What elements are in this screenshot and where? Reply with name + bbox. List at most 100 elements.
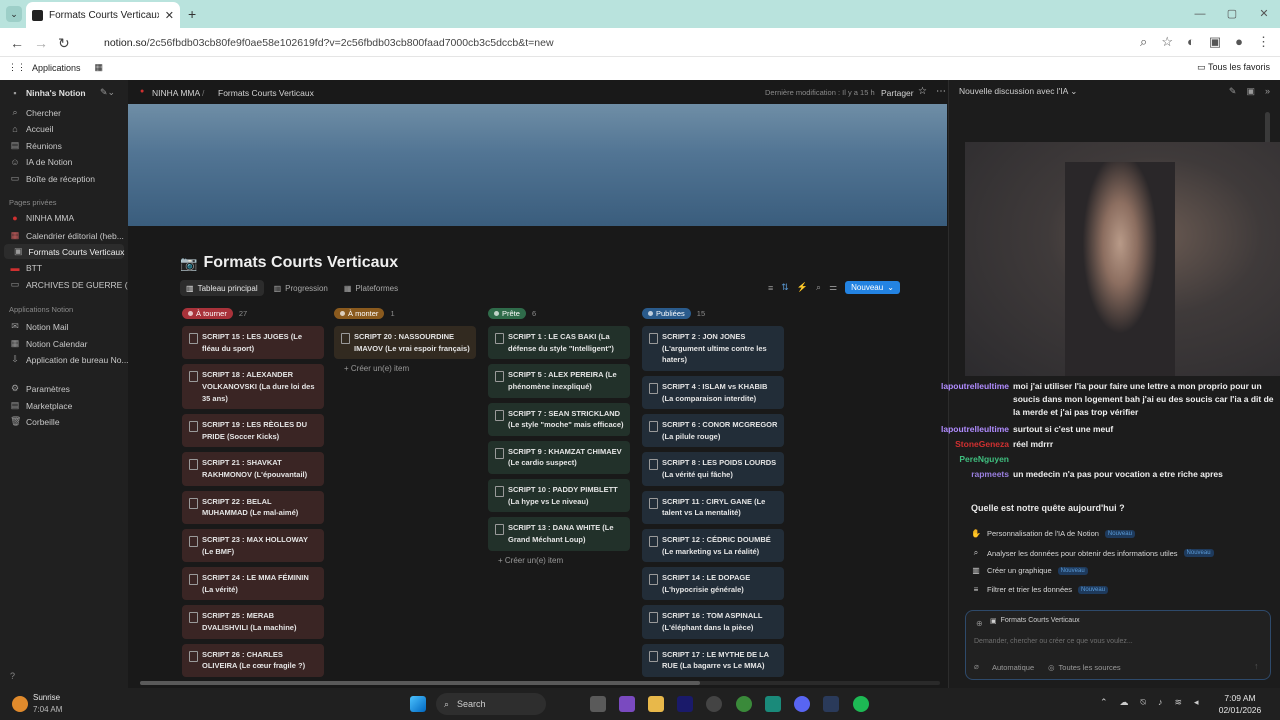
send-icon[interactable]: ↑ <box>1254 661 1259 671</box>
back-icon[interactable]: ← <box>10 35 24 51</box>
favorite-star-icon[interactable]: ☆ <box>918 86 927 97</box>
column-header[interactable]: Publiées 15 <box>642 306 784 320</box>
automation-icon[interactable]: ⚡ <box>797 282 808 293</box>
layout-icon[interactable]: ▣ <box>1246 86 1255 97</box>
suggestion-analyze[interactable]: ⌕ Analyser les données pour obtenir des i… <box>971 548 1214 558</box>
context-chip[interactable]: ▣ Formats Courts Verticaux <box>990 617 1080 625</box>
board-card[interactable]: SCRIPT 14 : LE DOPAGE (L'hypocrisie géné… <box>642 567 784 601</box>
url-field[interactable]: notion.so/2c56fbdb03cb80fe9f0ae58e102619… <box>84 32 1164 54</box>
volume-icon[interactable]: ◂ <box>1194 697 1199 708</box>
collapse-icon[interactable]: » <box>1265 86 1270 97</box>
sources-selector[interactable]: ◎ Toutes les sources <box>1048 663 1121 672</box>
add-item-button[interactable]: + Créer un(e) item <box>334 364 476 373</box>
close-window-icon[interactable]: ✕ <box>1248 0 1280 28</box>
more-dots-icon[interactable]: ⋯ <box>936 86 946 97</box>
sidebar-item-marketplace[interactable]: ▤ Marketplace <box>10 400 73 411</box>
new-tab-icon[interactable]: + <box>188 6 196 22</box>
sidebar-item-mail[interactable]: ✉ Notion Mail <box>10 321 68 332</box>
column-header[interactable]: À monter 1 <box>334 306 476 320</box>
all-bookmarks[interactable]: ▭ Tous les favoris <box>1197 62 1270 73</box>
mic-icon[interactable]: ♪ <box>1158 697 1163 708</box>
bell-off-icon[interactable]: ⍉ <box>1141 697 1146 708</box>
sidebar-item-ninha-mma[interactable]: ● NINHA MMA <box>10 213 74 223</box>
column-header[interactable]: Prête 6 <box>488 306 630 320</box>
board-card[interactable]: SCRIPT 9 : KHAMZAT CHIMAEV (Le cardio su… <box>488 440 630 474</box>
board-card[interactable]: SCRIPT 19 : LES RÈGLES DU PRIDE (Soccer … <box>182 414 324 448</box>
reload-icon[interactable]: ↻ <box>58 35 70 52</box>
clock-time[interactable]: 7:09 AM <box>1210 693 1270 703</box>
sidebar-item-calendar-app[interactable]: ▦ Notion Calendar <box>10 338 88 349</box>
board-card[interactable]: SCRIPT 12 : CÉDRIC DOUMBÉ (Le marketing … <box>642 528 784 563</box>
board-card[interactable]: SCRIPT 11 : CIRYL GANE (Le talent vs La … <box>642 490 784 524</box>
steam-icon[interactable] <box>823 696 839 712</box>
settings-sliders-icon[interactable]: ⚌ <box>829 282 837 293</box>
puzzle-icon[interactable]: ▣ <box>1209 34 1221 50</box>
chevron-down-icon[interactable]: ⌄ <box>887 283 894 292</box>
sidebar-item-search[interactable]: ⌕ Chercher <box>10 107 61 118</box>
filter-icon[interactable]: ≡ <box>768 283 773 293</box>
board-card[interactable]: SCRIPT 25 : MERAB DVALISHVILI (La machin… <box>182 605 324 639</box>
maximize-icon[interactable]: ▢ <box>1216 0 1248 28</box>
sidebar-item-home[interactable]: ⌂ Accueil <box>10 124 53 134</box>
bookmark-apps[interactable]: ⋮⋮ Applications ▦ <box>8 62 103 73</box>
profile-avatar[interactable]: ● <box>1235 34 1243 50</box>
attach-icon[interactable]: ⌀ <box>974 662 979 671</box>
sidebar-item-btt[interactable]: ▬ BTT <box>10 263 43 273</box>
weather-label[interactable]: Sunrise <box>33 693 60 702</box>
menu-dots-icon[interactable]: ⋮ <box>1257 34 1270 50</box>
m365-icon[interactable] <box>619 696 635 712</box>
zoom-icon[interactable]: ⌕ <box>1140 34 1147 50</box>
taskbar-search[interactable]: ⌕ Search <box>436 693 546 715</box>
mode-selector[interactable]: Automatique <box>992 663 1034 672</box>
sidebar-item-settings[interactable]: ⚙ Paramètres <box>10 383 70 394</box>
search-icon[interactable]: ⌕ <box>816 282 821 293</box>
sidebar-item-archives[interactable]: ▭ ARCHIVES DE GUERRE (Hi... <box>10 279 143 290</box>
page-title[interactable]: Formats Courts Verticaux <box>203 254 398 272</box>
chrome-icon[interactable] <box>736 696 752 712</box>
suggestion-filter[interactable]: ≡ Filtrer et trier les données Nouveau <box>971 585 1109 594</box>
sort-icon[interactable]: ⇅ <box>781 282 789 293</box>
suggestion-chart[interactable]: ▥ Créer un graphique Nouveau <box>971 566 1088 575</box>
column-header[interactable]: À tourner 27 <box>182 306 324 320</box>
new-chat-icon[interactable]: ✎ <box>1229 86 1237 97</box>
board-card[interactable]: SCRIPT 4 : ISLAM vs KHABIB (La comparais… <box>642 375 784 410</box>
board-card[interactable]: SCRIPT 8 : LES POIDS LOURDS (La vérité q… <box>642 452 784 486</box>
board-card[interactable]: SCRIPT 23 : MAX HOLLOWAY (Le BMF) <box>182 528 324 563</box>
chevron-up-icon[interactable]: ⌃ <box>1100 697 1108 708</box>
clock-date[interactable]: 02/01/2026 <box>1210 705 1270 715</box>
browser-tab-active[interactable]: Formats Courts Verticaux | Tabl ✕ <box>26 2 180 28</box>
tab-close-icon[interactable]: ✕ <box>165 9 174 22</box>
new-page-icon[interactable]: ✎⌄ <box>100 87 115 98</box>
board-card[interactable]: SCRIPT 7 : SEAN STRICKLAND (Le style "mo… <box>488 402 630 436</box>
tab-groups-icon[interactable]: ▦ <box>95 62 104 73</box>
app-s-icon[interactable] <box>765 696 781 712</box>
board-card[interactable]: SCRIPT 15 : LES JUGES (Le fléau du sport… <box>182 326 324 360</box>
board-card[interactable]: SCRIPT 22 : BELAL MUHAMMAD (Le mal-aimé) <box>182 490 324 524</box>
wifi-icon[interactable]: ≋ <box>1174 697 1182 708</box>
ai-input-box[interactable]: ⊕ ▣ Formats Courts Verticaux Demander, ch… <box>965 610 1271 680</box>
sidebar-item-calendar[interactable]: ▦ Calendrier éditorial (heb... <box>10 230 124 241</box>
workspace-switcher[interactable]: ▪ Ninha's Notion <box>10 88 85 98</box>
spotify-icon[interactable] <box>853 696 869 712</box>
minimize-icon[interactable]: — <box>1184 0 1216 28</box>
breadcrumb-ninha-mma[interactable]: NINHA MMA <box>152 88 200 98</box>
share-button[interactable]: Partager <box>881 88 914 98</box>
obs-icon[interactable] <box>706 696 722 712</box>
board-card[interactable]: SCRIPT 26 : CHARLES OLIVEIRA (Le cœur fr… <box>182 643 324 677</box>
breadcrumb-current[interactable]: Formats Courts Verticaux <box>218 88 314 98</box>
board-card[interactable]: SCRIPT 17 : LE MYTHE DE LA RUE (La bagar… <box>642 643 784 677</box>
sidebar-item-formats-courts[interactable]: ▣ Formats Courts Verticaux <box>4 244 124 259</box>
cloud-icon[interactable]: ☁ <box>1120 697 1129 708</box>
sidebar-item-inbox[interactable]: ▭ Boîte de réception <box>10 173 95 184</box>
board-card[interactable]: SCRIPT 16 : TOM ASPINALL (L'éléphant dan… <box>642 605 784 639</box>
suggestion-personalization[interactable]: ✋ Personnalisation de l'IA de Notion Nouve… <box>971 529 1135 538</box>
help-icon[interactable]: ? <box>10 671 15 681</box>
sidebar-item-desktop-app[interactable]: ⇩ Application de bureau No... <box>10 354 128 365</box>
ai-panel-title[interactable]: Nouvelle discussion avec l'IA ⌄ <box>959 86 1077 97</box>
extension-icon[interactable]: ◐ <box>1187 34 1195 50</box>
board-card[interactable]: SCRIPT 24 : LE MMA FÉMININ (La vérité) <box>182 567 324 601</box>
ai-input-placeholder[interactable]: Demander, chercher ou créer ce que vous … <box>974 638 1133 645</box>
board-card[interactable]: SCRIPT 10 : PADDY PIMBLETT (La hype vs L… <box>488 479 630 513</box>
tab-search-icon[interactable]: ⌄ <box>6 6 22 22</box>
tab-progression[interactable]: ▥ Progression <box>268 280 334 296</box>
